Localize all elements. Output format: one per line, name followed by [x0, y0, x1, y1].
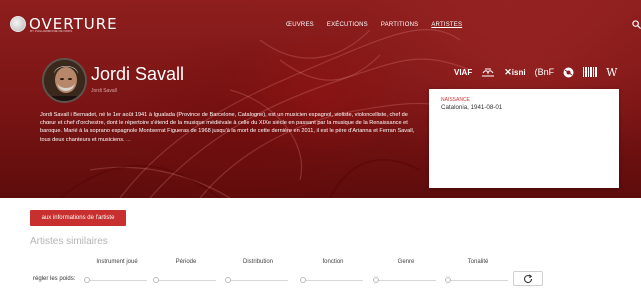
slider-distribution: Distribution — [225, 259, 288, 287]
slider-handle[interactable] — [84, 277, 90, 283]
slider-track[interactable] — [228, 280, 288, 281]
nav-oeuvres[interactable]: ŒUVRES — [286, 22, 314, 28]
viaf-link[interactable]: VIAF — [454, 68, 472, 77]
wikipedia-link[interactable]: W — [606, 66, 617, 79]
artist-subtitle: Jordi Savall — [91, 88, 117, 94]
logo-subtitle: BY PHILHARMONIE DE PARIS — [30, 29, 73, 33]
slider-tonalite: Tonalité — [445, 259, 508, 287]
slider-handle[interactable] — [445, 277, 451, 283]
nav-partitions[interactable]: PARTITIONS — [381, 22, 418, 28]
slider-fonction: fonction — [300, 259, 363, 287]
slider-handle[interactable] — [225, 277, 231, 283]
barcode-icon — [583, 67, 598, 77]
main-nav: ŒUVRES EXÉCUTIONS PARTITIONS ARTISTES — [286, 22, 475, 28]
slider-label: Période — [175, 259, 197, 265]
discogs-icon — [563, 67, 574, 77]
slider-handle[interactable] — [373, 277, 379, 283]
slider-periode: Période — [153, 259, 216, 287]
search-icon[interactable] — [632, 20, 641, 29]
barcode-link[interactable] — [583, 67, 598, 77]
slider-genre: Genre — [373, 259, 436, 287]
isni-x-icon: ✕ — [504, 66, 512, 77]
discogs-link[interactable] — [563, 67, 574, 78]
slider-handle[interactable] — [300, 277, 306, 283]
slider-track[interactable] — [448, 280, 508, 281]
nav-executions[interactable]: EXÉCUTIONS — [327, 22, 368, 28]
biography-text: Jordi Savall i Bernadet, né le 1er août … — [40, 112, 415, 143]
weights-label: régler les poids: — [33, 276, 76, 282]
slider-handle[interactable] — [153, 277, 159, 283]
artist-page: OVERTURE BY PHILHARMONIE DE PARIS ŒUVRES… — [0, 0, 641, 291]
artist-info-button[interactable]: aux informations de l'artiste — [30, 210, 126, 226]
isni-label: isni — [511, 67, 526, 77]
birth-label: NAISSANCE — [441, 97, 470, 103]
logo-circle-icon — [10, 16, 26, 32]
similar-artists-title: Artistes similaires — [30, 236, 108, 247]
biography-more-link[interactable]: ... — [126, 137, 131, 143]
slider-label: Genre — [397, 259, 415, 265]
musicbrainz-icon — [482, 68, 495, 76]
artist-biography: Jordi Savall i Bernadet, né le 1er août … — [40, 111, 423, 144]
slider-instrument: Instrument joué — [84, 259, 147, 287]
reset-weights-button[interactable] — [513, 271, 543, 286]
artist-name: Jordi Savall — [91, 64, 185, 84]
slider-label: Tonalité — [467, 259, 489, 265]
birth-value: Catalonia, 1941-08-01 — [441, 104, 503, 111]
top-navigation-bar: OVERTURE BY PHILHARMONIE DE PARIS ŒUVRES… — [0, 0, 641, 38]
isni-link[interactable]: ✕ isni — [504, 67, 525, 78]
authority-identifiers: VIAF ✕ isni ( BnF W — [454, 66, 617, 79]
slider-track[interactable] — [376, 280, 436, 281]
artist-avatar — [42, 58, 87, 103]
bnf-link[interactable]: ( BnF — [535, 67, 555, 77]
slider-track[interactable] — [303, 280, 363, 281]
nav-artistes[interactable]: ARTISTES — [431, 22, 462, 28]
musicbrainz-link[interactable] — [481, 67, 495, 78]
artist-hero: OVERTURE BY PHILHARMONIE DE PARIS ŒUVRES… — [0, 0, 641, 198]
slider-label: Distribution — [242, 259, 273, 265]
birth-info-card: NAISSANCE Catalonia, 1941-08-01 — [429, 89, 619, 188]
slider-label: fonction — [322, 259, 344, 265]
bnf-label: BnF — [537, 67, 555, 77]
slider-label: Instrument joué — [96, 259, 138, 265]
slider-track[interactable] — [156, 280, 216, 281]
slider-track[interactable] — [87, 280, 147, 281]
refresh-icon — [524, 273, 533, 283]
